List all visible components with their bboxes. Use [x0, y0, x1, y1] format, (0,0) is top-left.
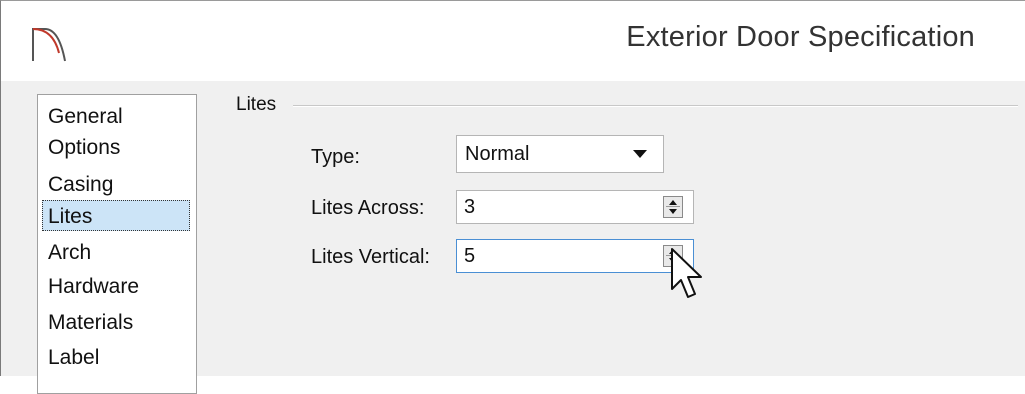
- mouse-pointer-icon: [671, 248, 702, 298]
- nav-item-arch[interactable]: Arch: [44, 237, 95, 268]
- nav-item-lites[interactable]: Lites: [42, 200, 190, 231]
- type-label: Type:: [311, 146, 360, 168]
- title-bar: Exterior Door Specification: [1, 1, 1025, 81]
- lites-vertical-label: Lites Vertical:: [311, 246, 430, 268]
- lites-vertical-field[interactable]: 5: [456, 239, 694, 273]
- spin-up-icon: [669, 200, 677, 205]
- window-title: Exterior Door Specification: [626, 21, 975, 53]
- lites-across-spinner[interactable]: [663, 196, 683, 218]
- category-list[interactable]: General Options Casing Lites Arch Hardwa…: [37, 94, 197, 394]
- type-dropdown[interactable]: Normal: [456, 135, 664, 173]
- dialog-window: Exterior Door Specification General Opti…: [0, 0, 1025, 394]
- chevron-down-icon: [633, 150, 647, 158]
- lites-group-label: Lites: [236, 94, 277, 115]
- spinner-divider: [666, 206, 680, 207]
- nav-item-label[interactable]: Label: [44, 342, 103, 373]
- group-divider: [293, 105, 1018, 107]
- lites-vertical-value: 5: [464, 245, 476, 267]
- lites-across-field[interactable]: 3: [456, 190, 694, 224]
- nav-item-options[interactable]: Options: [44, 132, 124, 163]
- nav-item-hardware[interactable]: Hardware: [44, 271, 143, 302]
- nav-item-general[interactable]: General: [44, 101, 127, 132]
- type-dropdown-value: Normal: [465, 143, 530, 165]
- door-arch-icon: [32, 28, 66, 62]
- spin-down-icon: [669, 209, 677, 214]
- nav-item-casing[interactable]: Casing: [44, 169, 117, 200]
- nav-item-materials[interactable]: Materials: [44, 307, 137, 338]
- lites-across-value: 3: [464, 196, 476, 218]
- lites-across-label: Lites Across:: [311, 197, 425, 219]
